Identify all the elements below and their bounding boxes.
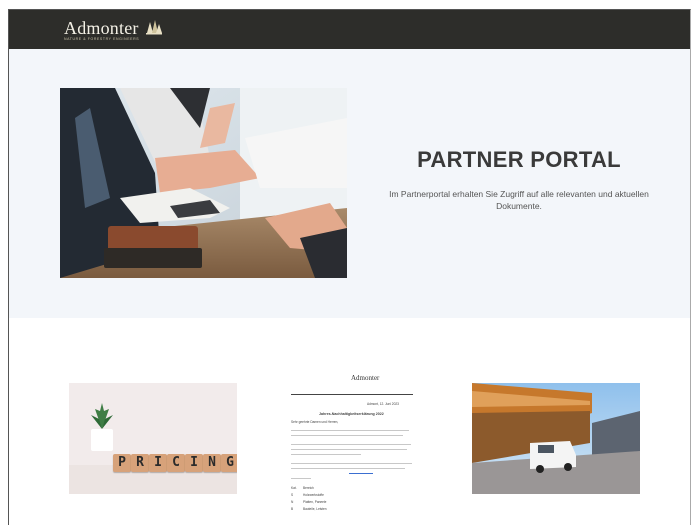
- document-greeting: Sehr geehrte Damen und Herren,: [291, 420, 339, 424]
- document-cards-row: P R I C I N G Admonter Admont, 12. Juni …: [9, 318, 690, 525]
- document-row-key: N: [291, 500, 294, 504]
- pricing-tile: R: [131, 454, 149, 472]
- document-row-value: Bauteile, Leisten: [303, 507, 327, 511]
- pricing-tile: C: [167, 454, 185, 472]
- document-divider: [291, 394, 413, 395]
- page-title: PARTNER PORTAL: [417, 147, 621, 172]
- document-row-key: S: [291, 493, 294, 497]
- document-heading: Jahres-Nachhaltigkeitserklärung 2022: [319, 412, 384, 416]
- document-row-key: Kat.: [291, 486, 297, 490]
- pricing-tile: N: [203, 454, 221, 472]
- pricing-card[interactable]: P R I C I N G: [69, 383, 237, 494]
- building-photo-card[interactable]: [472, 383, 640, 494]
- document-row-value: Bereich: [303, 486, 314, 490]
- document-text-line: [291, 444, 411, 445]
- document-link-line: [349, 473, 373, 474]
- document-text-line: [291, 478, 311, 479]
- document-text-line: [291, 435, 403, 436]
- handshake-photo: [60, 88, 347, 278]
- hero-description: Im Partnerportal erhalten Sie Zugriff au…: [389, 189, 649, 211]
- top-navigation-bar: Admonter NATURE & FORESTRY ENGINEERS: [9, 10, 690, 49]
- logo-subtitle: NATURE & FORESTRY ENGINEERS: [64, 37, 140, 41]
- document-preview-card[interactable]: Admonter Admont, 12. Juni 2023 Jahres-Na…: [289, 362, 415, 525]
- page-frame: Admonter NATURE & FORESTRY ENGINEERS PAR…: [8, 9, 691, 525]
- document-text-line: [291, 430, 409, 431]
- document-text-line: [291, 463, 412, 464]
- logo-text: Admonter: [64, 18, 139, 38]
- tree-logo-icon: [145, 19, 163, 40]
- pricing-tile: I: [149, 454, 167, 472]
- document-text-line: [291, 454, 361, 455]
- pricing-tile: P: [113, 454, 131, 472]
- document-text-line: [291, 468, 405, 469]
- document-text-line: [291, 449, 407, 450]
- pricing-tile: I: [185, 454, 203, 472]
- document-date: Admont, 12. Juni 2023: [367, 402, 399, 406]
- document-logo: Admonter: [351, 374, 380, 382]
- document-row-value: Holzwerkstoffe: [303, 493, 324, 497]
- pricing-tile: G: [221, 454, 237, 472]
- document-row-key: B: [291, 507, 294, 511]
- document-row-value: Platten, Paneele: [303, 500, 327, 504]
- hero-section: PARTNER PORTAL Im Partnerportal erhalten…: [9, 49, 690, 318]
